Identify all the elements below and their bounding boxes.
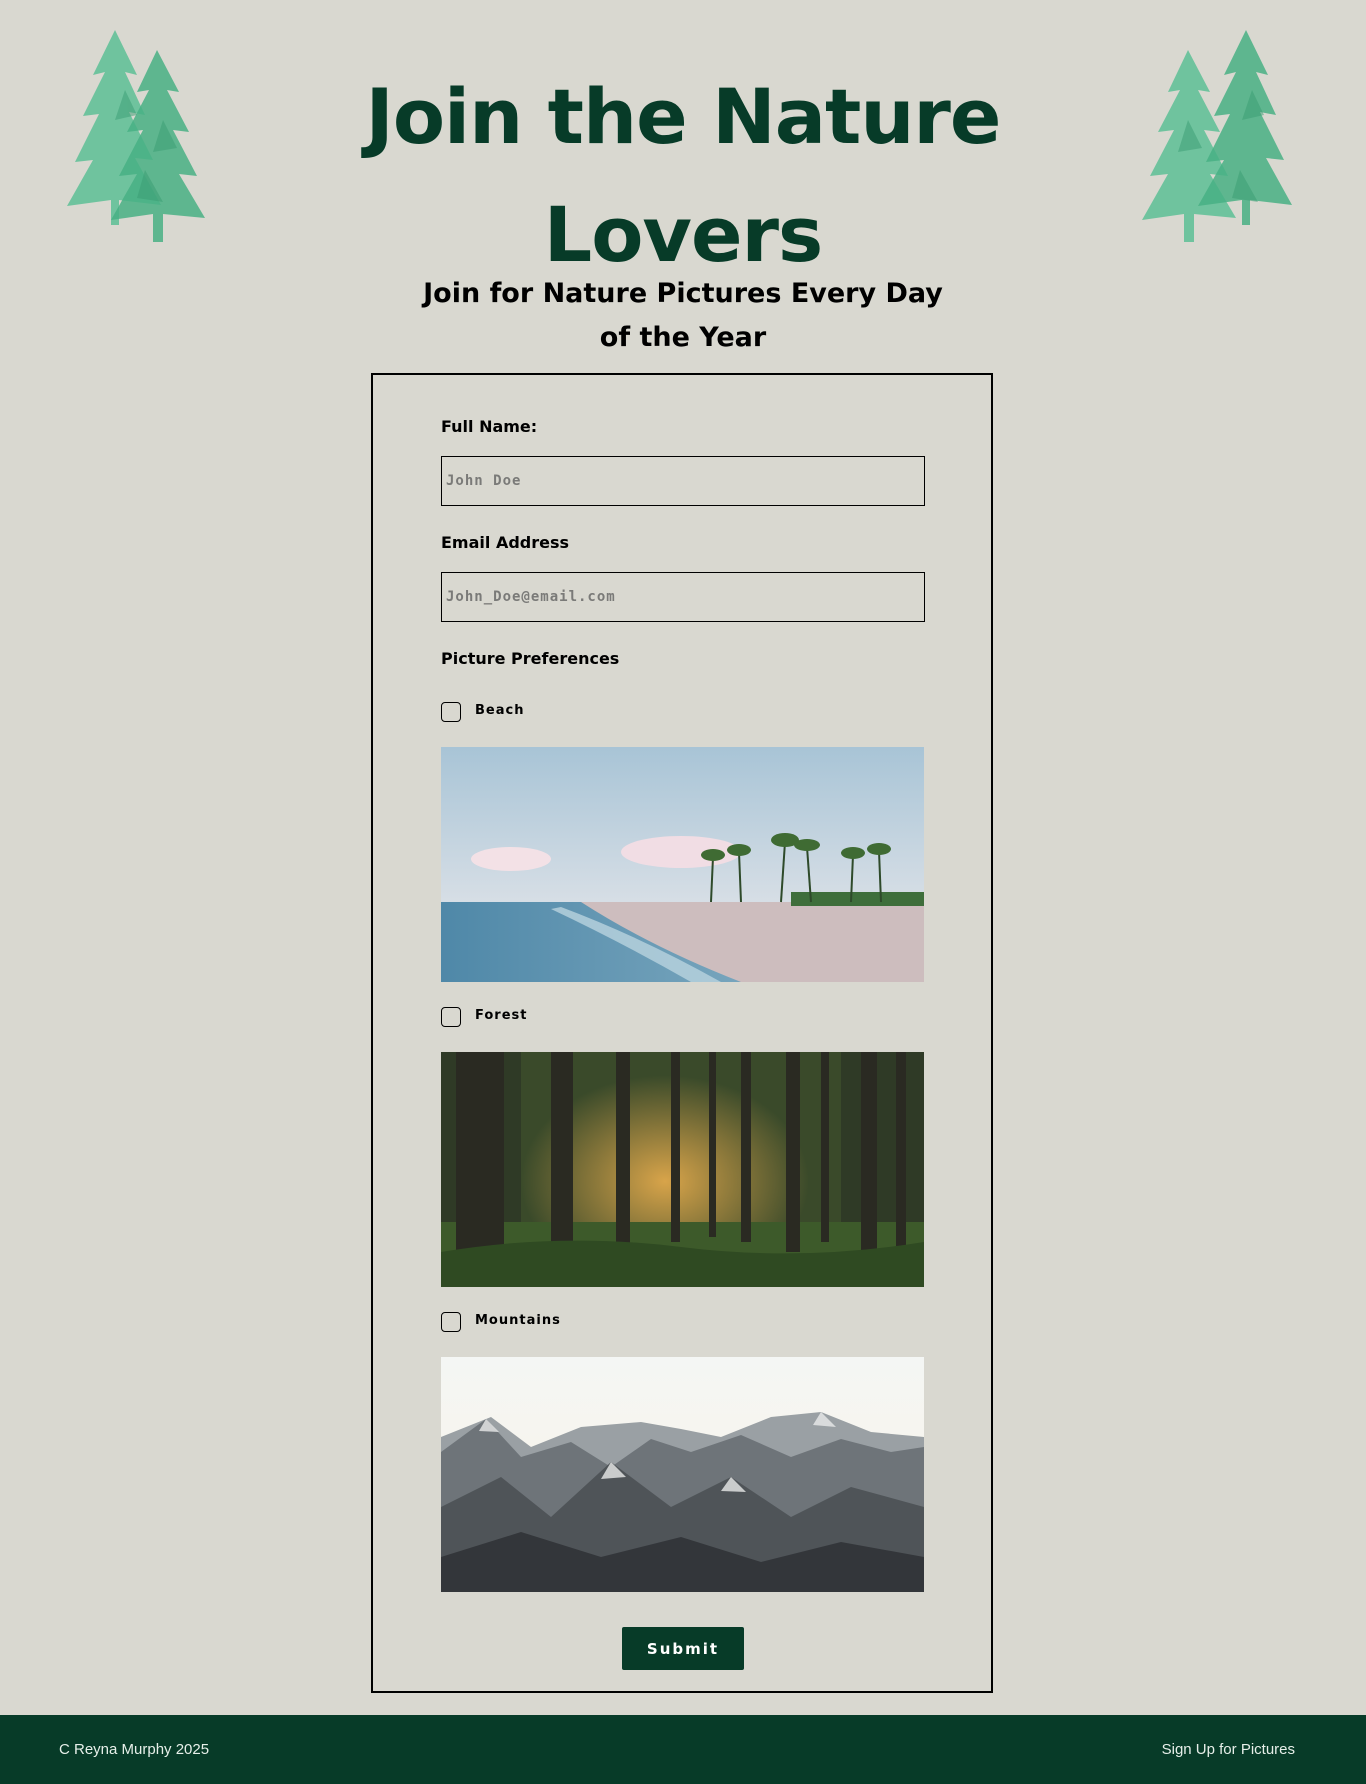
mountains-checkbox[interactable]: [441, 1312, 461, 1332]
pine-trees-icon: [1128, 20, 1318, 250]
beach-checkbox[interactable]: [441, 702, 461, 722]
picture-preferences-heading: Picture Preferences: [441, 649, 620, 668]
footer-signup-link[interactable]: Sign Up for Pictures: [1162, 1715, 1295, 1784]
footer-copyright: C Reyna Murphy 2025: [59, 1741, 210, 1758]
beach-checkbox-label[interactable]: Beach: [475, 703, 524, 718]
email-label: Email Address: [441, 533, 570, 552]
forest-photo: [441, 1052, 924, 1287]
footer: C Reyna Murphy 2025 Sign Up for Pictures: [0, 1715, 1366, 1784]
beach-photo: [441, 747, 924, 982]
forest-checkbox[interactable]: [441, 1007, 461, 1027]
pine-trees-icon: [45, 20, 235, 250]
full-name-label: Full Name:: [441, 417, 538, 436]
email-input[interactable]: [441, 572, 925, 622]
mountains-checkbox-label[interactable]: Mountains: [475, 1313, 561, 1328]
forest-checkbox-label[interactable]: Forest: [475, 1008, 527, 1023]
submit-button[interactable]: Submit: [622, 1627, 744, 1670]
page-title: Join the Nature Lovers: [365, 72, 1002, 279]
mountains-photo: [441, 1357, 924, 1592]
full-name-input[interactable]: [441, 456, 925, 506]
page-subtitle: Join for Nature Pictures Every Day of th…: [423, 278, 943, 353]
